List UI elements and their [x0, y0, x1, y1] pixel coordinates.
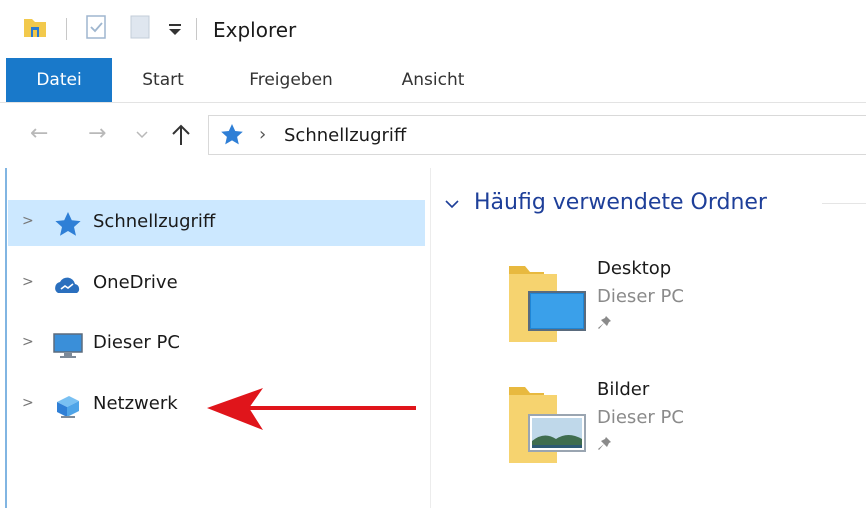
- recent-locations-chevron-icon[interactable]: [136, 131, 148, 139]
- collapse-chevron-icon[interactable]: [444, 196, 460, 212]
- onedrive-cloud-icon: [55, 277, 80, 293]
- folder-name: Bilder: [597, 379, 650, 400]
- folder-name: Desktop: [597, 258, 672, 279]
- quick-access-star-icon: [55, 212, 81, 236]
- title-separator: [196, 18, 197, 40]
- pin-icon[interactable]: [597, 314, 613, 332]
- group-header-title[interactable]: Häufig verwendete Ordner: [474, 190, 767, 215]
- toolbar-separator: [66, 18, 67, 40]
- network-icon: [57, 396, 79, 418]
- pin-icon[interactable]: [597, 435, 613, 453]
- folder-location: Dieser PC: [597, 407, 684, 428]
- forward-arrow-icon[interactable]: →: [88, 121, 106, 146]
- folder-tile-desktop[interactable]: Desktop Dieser PC: [505, 258, 805, 372]
- breadcrumb-chevron-icon[interactable]: ›: [259, 124, 266, 145]
- desktop-folder-icon: [509, 266, 586, 342]
- nav-label: Netzwerk: [93, 393, 178, 414]
- breadcrumb-location[interactable]: Schnellzugriff: [284, 125, 406, 146]
- nav-item-dieser-pc[interactable]: > Dieser PC: [8, 321, 425, 367]
- expand-chevron-icon[interactable]: >: [22, 395, 34, 411]
- navigation-bar: ← → › Schnellzugriff: [0, 103, 866, 167]
- nav-label: OneDrive: [93, 272, 178, 293]
- folder-tile-bilder[interactable]: Bilder Dieser PC: [505, 379, 805, 493]
- back-arrow-icon[interactable]: ←: [30, 121, 48, 146]
- pane-splitter[interactable]: [430, 168, 431, 508]
- nav-label: Dieser PC: [93, 332, 180, 353]
- tab-start[interactable]: Start: [136, 58, 190, 102]
- folder-location: Dieser PC: [597, 286, 684, 307]
- expand-chevron-icon[interactable]: >: [22, 274, 34, 290]
- expand-chevron-icon[interactable]: >: [22, 334, 34, 350]
- tab-datei[interactable]: Datei: [6, 58, 112, 102]
- address-bar[interactable]: › Schnellzugriff: [208, 115, 866, 155]
- folder-home-icon[interactable]: [22, 14, 48, 40]
- tab-ansicht[interactable]: Ansicht: [387, 58, 479, 102]
- customize-toolbar-icon[interactable]: [168, 24, 182, 36]
- window-title: Explorer: [213, 18, 297, 42]
- nav-label: Schnellzugriff: [93, 211, 216, 232]
- nav-item-onedrive[interactable]: > OneDrive: [8, 261, 425, 307]
- nav-item-schnellzugriff[interactable]: > Schnellzugriff: [8, 200, 425, 246]
- star-icon: [221, 124, 243, 145]
- tab-freigeben[interactable]: Freigeben: [236, 58, 346, 102]
- properties-icon[interactable]: [84, 14, 108, 40]
- navigation-pane: > Schnellzugriff > OneDrive > Dieser PC …: [0, 168, 430, 508]
- ribbon-tabs: Datei Start Freigeben Ansicht: [0, 58, 866, 103]
- pictures-folder-icon: [509, 387, 586, 463]
- up-arrow-icon[interactable]: [170, 123, 192, 147]
- computer-monitor-icon: [53, 333, 83, 358]
- group-header-divider: [822, 203, 866, 204]
- annotation-arrow: [207, 388, 416, 430]
- expand-chevron-icon[interactable]: >: [22, 213, 34, 229]
- title-bar: Explorer: [0, 0, 866, 58]
- new-folder-icon[interactable]: [129, 14, 151, 40]
